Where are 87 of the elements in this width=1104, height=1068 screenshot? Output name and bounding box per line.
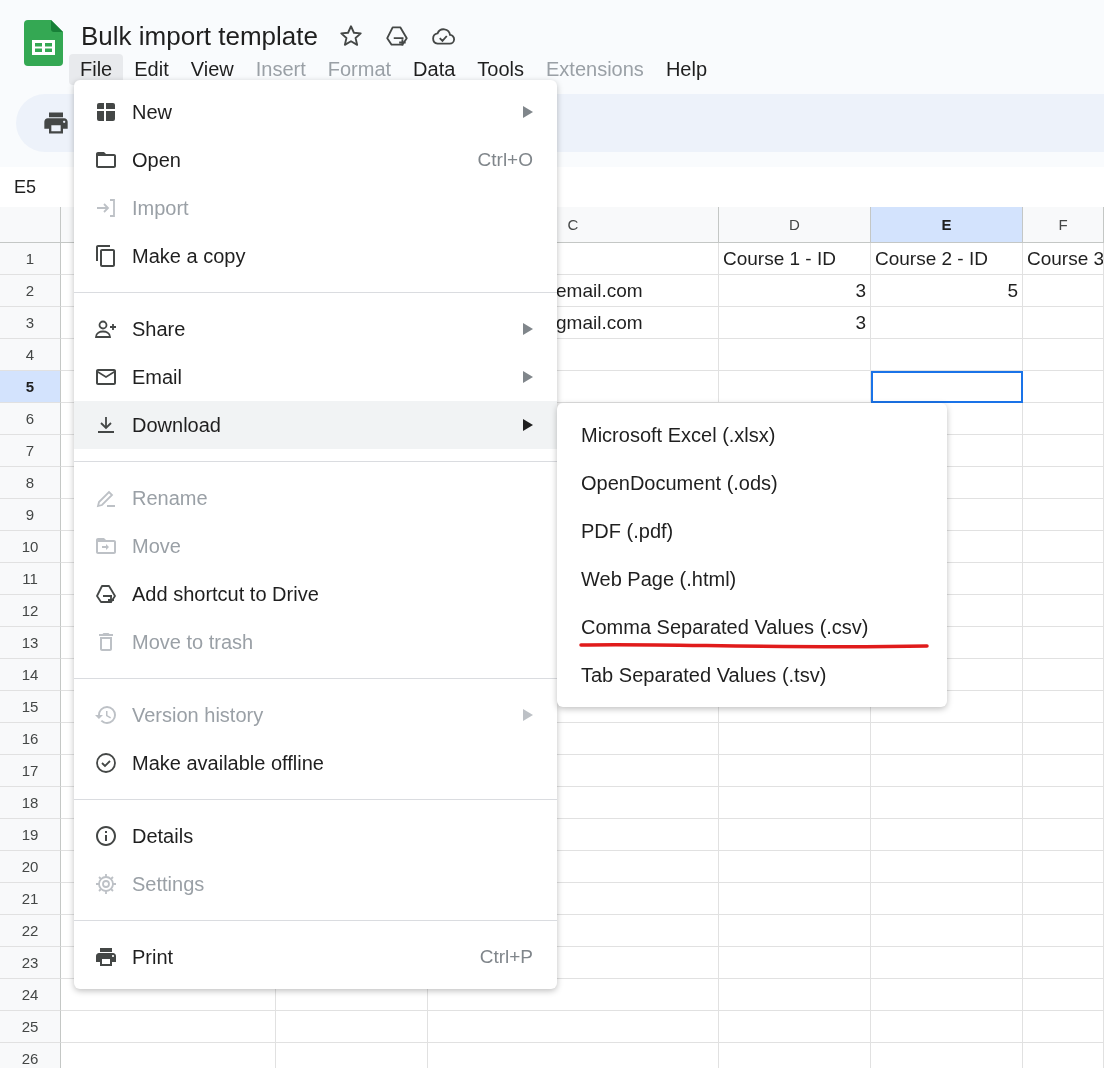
menu-item-label: Share — [132, 317, 187, 341]
row-header[interactable]: 25 — [0, 1011, 61, 1043]
row-header[interactable]: 14 — [0, 659, 61, 691]
row-header[interactable]: 20 — [0, 851, 61, 883]
row-header[interactable]: 16 — [0, 723, 61, 755]
row-header[interactable]: 17 — [0, 755, 61, 787]
name-box[interactable]: E5 — [14, 176, 37, 198]
import-icon — [94, 196, 118, 220]
submenu-item[interactable]: Tab Separated Values (.tsv) — [557, 651, 947, 699]
row-header[interactable]: 7 — [0, 435, 61, 467]
row-header[interactable]: 8 — [0, 467, 61, 499]
submenu-item[interactable]: PDF (.pdf) — [557, 507, 947, 555]
menu-item-label: Make a copy — [132, 244, 247, 268]
row-header[interactable]: 13 — [0, 627, 61, 659]
submenu-item[interactable]: Web Page (.html) — [557, 555, 947, 603]
document-title[interactable]: Bulk import template — [81, 20, 318, 52]
column-header[interactable]: D — [719, 207, 871, 243]
menu-item-label: Download — [132, 413, 222, 437]
new-sheet-icon — [94, 100, 118, 124]
menu-bar-item[interactable]: View — [179, 54, 245, 85]
row-header[interactable]: 24 — [0, 979, 61, 1011]
settings-icon — [94, 872, 118, 896]
row-header[interactable]: 21 — [0, 883, 61, 915]
copy-icon — [94, 244, 118, 268]
menu-bar-item[interactable]: Tools — [466, 54, 536, 85]
row-header[interactable]: 22 — [0, 915, 61, 947]
menu-item-label: Version history — [132, 703, 265, 727]
table-cell: Course 1 - ID — [719, 243, 871, 275]
check-circle-icon — [94, 751, 118, 775]
star-icon[interactable] — [338, 23, 364, 49]
row-header[interactable]: 23 — [0, 947, 61, 979]
row-header[interactable]: 18 — [0, 787, 61, 819]
table-cell: 5 — [871, 275, 1023, 307]
menu-item-label: Rename — [132, 486, 209, 510]
menu-item-label: Make available offline — [132, 751, 325, 775]
menu-item[interactable]: Add shortcut to Drive — [74, 570, 557, 618]
menu-item-label: Move — [132, 534, 182, 558]
row-header[interactable]: 3 — [0, 307, 61, 339]
menu-item[interactable]: New — [74, 88, 557, 136]
submenu-item[interactable]: Comma Separated Values (.csv) — [557, 603, 947, 651]
menu-item-label: Import — [132, 196, 190, 220]
menu-item[interactable]: Download — [74, 401, 557, 449]
info-icon — [94, 824, 118, 848]
submenu-item[interactable]: Microsoft Excel (.xlsx) — [557, 411, 947, 459]
print-icon — [94, 945, 118, 969]
menu-item-label: Open — [132, 148, 182, 172]
row-header[interactable]: 10 — [0, 531, 61, 563]
row-header[interactable]: 19 — [0, 819, 61, 851]
menu-item[interactable]: Print Ctrl+P — [74, 933, 557, 981]
menu-bar-item[interactable]: Data — [402, 54, 467, 85]
row-header[interactable]: 11 — [0, 563, 61, 595]
drive-add-icon[interactable] — [384, 23, 410, 49]
menu-item-label: Add shortcut to Drive — [132, 582, 320, 606]
menu-item-label: Move to trash — [132, 630, 255, 654]
menu-item-label: Details — [132, 824, 195, 848]
menu-bar-item[interactable]: Help — [654, 54, 718, 85]
shortcut-label: Ctrl+O — [477, 149, 533, 171]
row-header[interactable]: 6 — [0, 403, 61, 435]
menu-item[interactable]: Details — [74, 812, 557, 860]
submenu-item[interactable]: OpenDocument (.ods) — [557, 459, 947, 507]
row-header[interactable]: 5 — [0, 371, 61, 403]
row-header[interactable]: 4 — [0, 339, 61, 371]
history-icon — [94, 703, 118, 727]
table-cell: Course 3 — [1023, 243, 1104, 275]
table-cell: Course 2 - ID — [871, 243, 1023, 275]
spreadsheet-logo-icon[interactable] — [24, 20, 63, 66]
menu-item[interactable]: Make available offline — [74, 739, 557, 787]
row-header[interactable]: 1 — [0, 243, 61, 275]
row-header[interactable]: 9 — [0, 499, 61, 531]
table-cell: 3 — [719, 275, 871, 307]
column-header[interactable]: F — [1023, 207, 1104, 243]
column-header[interactable]: E — [871, 207, 1023, 243]
row-header[interactable]: 26 — [0, 1043, 61, 1068]
menu-item-label: New — [132, 100, 173, 124]
menu-item[interactable]: Email — [74, 353, 557, 401]
menu-item[interactable]: Open Ctrl+O — [74, 136, 557, 184]
row-header[interactable]: 2 — [0, 275, 61, 307]
row-header[interactable]: 12 — [0, 595, 61, 627]
drive-add-icon — [94, 582, 118, 606]
menu-item-label: Settings — [132, 872, 206, 896]
menu-item-label: Email — [132, 365, 183, 389]
shortcut-label: Ctrl+P — [479, 946, 533, 968]
table-cell: 3 — [719, 307, 871, 339]
menu-bar-item[interactable]: Edit — [123, 54, 180, 85]
row-header[interactable]: 15 — [0, 691, 61, 723]
corner-cell[interactable] — [0, 207, 61, 243]
menu-item-label: Print — [132, 945, 175, 969]
